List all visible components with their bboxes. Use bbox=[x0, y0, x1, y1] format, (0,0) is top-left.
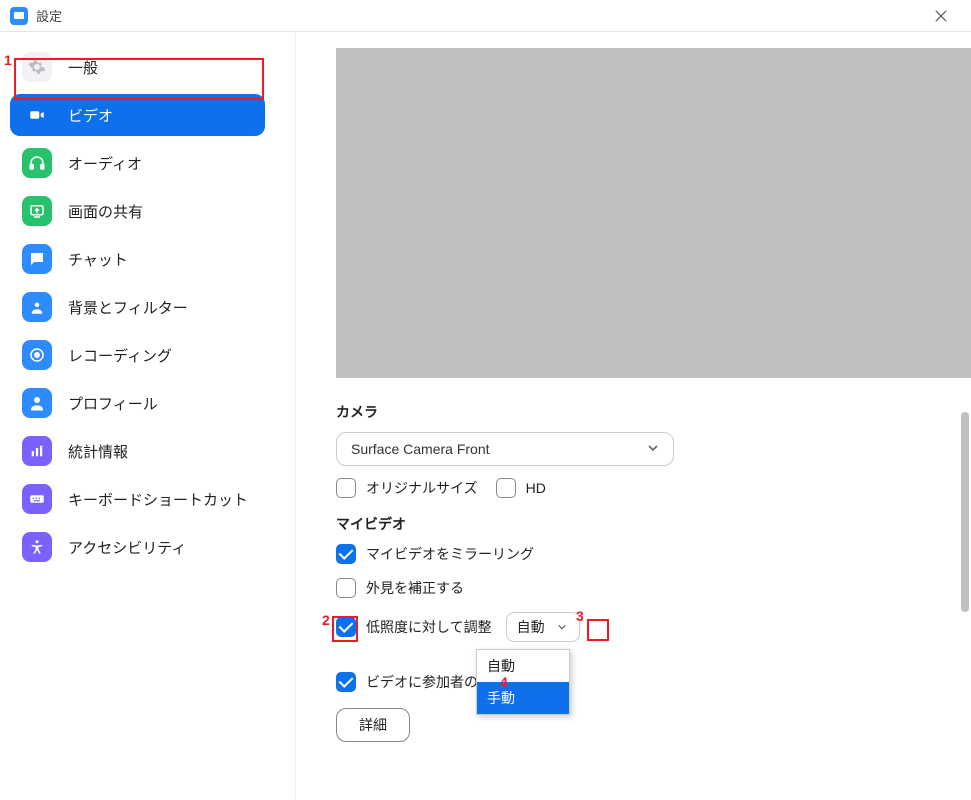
sidebar-item-profile[interactable]: プロフィール bbox=[10, 382, 265, 424]
sidebar-item-label: チャット bbox=[68, 249, 128, 270]
lowlight-label: 低照度に対して調整 bbox=[366, 617, 492, 637]
sidebar-item-label: キーボードショートカット bbox=[68, 489, 248, 510]
lowlight-mode-selected: 自動 bbox=[517, 617, 545, 637]
sidebar-item-background[interactable]: 背景とフィルター bbox=[10, 286, 265, 328]
sidebar-item-audio[interactable]: オーディオ bbox=[10, 142, 265, 184]
headphones-icon bbox=[22, 148, 52, 178]
profile-icon bbox=[22, 388, 52, 418]
detail-button[interactable]: 詳細 bbox=[336, 708, 410, 742]
close-icon bbox=[934, 9, 948, 23]
sidebar-item-label: プロフィール bbox=[68, 393, 158, 414]
video-icon bbox=[22, 100, 52, 130]
sidebar-item-label: レコーディング bbox=[68, 345, 172, 366]
close-button[interactable] bbox=[921, 0, 961, 32]
background-icon bbox=[22, 292, 52, 322]
zoom-app-icon bbox=[10, 7, 28, 25]
camera-dropdown[interactable]: Surface Camera Front bbox=[336, 432, 674, 466]
share-screen-icon bbox=[22, 196, 52, 226]
sidebar-item-chat[interactable]: チャット bbox=[10, 238, 265, 280]
accessibility-icon bbox=[22, 532, 52, 562]
sidebar-item-label: アクセシビリティ bbox=[68, 537, 186, 558]
gear-icon bbox=[22, 52, 52, 82]
show-names-checkbox[interactable] bbox=[336, 672, 356, 692]
stats-icon bbox=[22, 436, 52, 466]
lowlight-option-auto[interactable]: 自動 bbox=[477, 650, 569, 682]
sidebar-item-keyboard[interactable]: キーボードショートカット bbox=[10, 478, 265, 520]
sidebar-item-general[interactable]: 一般 bbox=[10, 46, 265, 88]
keyboard-icon bbox=[22, 484, 52, 514]
sidebar-item-label: ビデオ bbox=[68, 105, 113, 126]
video-preview bbox=[336, 48, 971, 378]
scrollbar-thumb[interactable] bbox=[961, 412, 969, 612]
sidebar-item-recording[interactable]: レコーディング bbox=[10, 334, 265, 376]
sidebar-item-statistics[interactable]: 統計情報 bbox=[10, 430, 265, 472]
sidebar-item-label: 画面の共有 bbox=[68, 201, 143, 222]
settings-content: カメラ Surface Camera Front オリジナルサイズ HD マイビ… bbox=[296, 32, 971, 800]
window-title: 設定 bbox=[36, 6, 62, 25]
record-icon bbox=[22, 340, 52, 370]
lowlight-option-manual[interactable]: 手動 bbox=[477, 682, 569, 714]
original-size-checkbox[interactable] bbox=[336, 478, 356, 498]
chat-icon bbox=[22, 244, 52, 274]
camera-selected: Surface Camera Front bbox=[351, 441, 647, 457]
touchup-label: 外見を補正する bbox=[366, 578, 464, 598]
mirror-checkbox[interactable] bbox=[336, 544, 356, 564]
original-size-label: オリジナルサイズ bbox=[366, 478, 478, 498]
sidebar-item-label: オーディオ bbox=[68, 153, 142, 174]
sidebar-item-label: 一般 bbox=[68, 57, 98, 78]
touchup-checkbox[interactable] bbox=[336, 578, 356, 598]
chevron-down-icon bbox=[647, 441, 659, 457]
hd-checkbox[interactable] bbox=[496, 478, 516, 498]
sidebar-item-share-screen[interactable]: 画面の共有 bbox=[10, 190, 265, 232]
mirror-label: マイビデオをミラーリング bbox=[366, 544, 534, 564]
camera-section-label: カメラ bbox=[336, 402, 947, 422]
lowlight-mode-dropdown[interactable]: 自動 bbox=[506, 612, 580, 642]
sidebar-item-video[interactable]: ビデオ bbox=[10, 94, 265, 136]
settings-sidebar: 一般 ビデオ オーディオ 画面の共有 チャット bbox=[0, 32, 296, 800]
sidebar-item-accessibility[interactable]: アクセシビリティ bbox=[10, 526, 265, 568]
myvideo-section-label: マイビデオ bbox=[336, 514, 947, 534]
lowlight-checkbox[interactable] bbox=[336, 617, 356, 637]
sidebar-item-label: 統計情報 bbox=[68, 441, 128, 462]
lowlight-mode-popup: 自動 手動 bbox=[476, 649, 570, 715]
sidebar-item-label: 背景とフィルター bbox=[68, 297, 188, 318]
hd-label: HD bbox=[526, 480, 546, 496]
titlebar: 設定 bbox=[0, 0, 971, 32]
chevron-down-icon bbox=[553, 618, 571, 636]
